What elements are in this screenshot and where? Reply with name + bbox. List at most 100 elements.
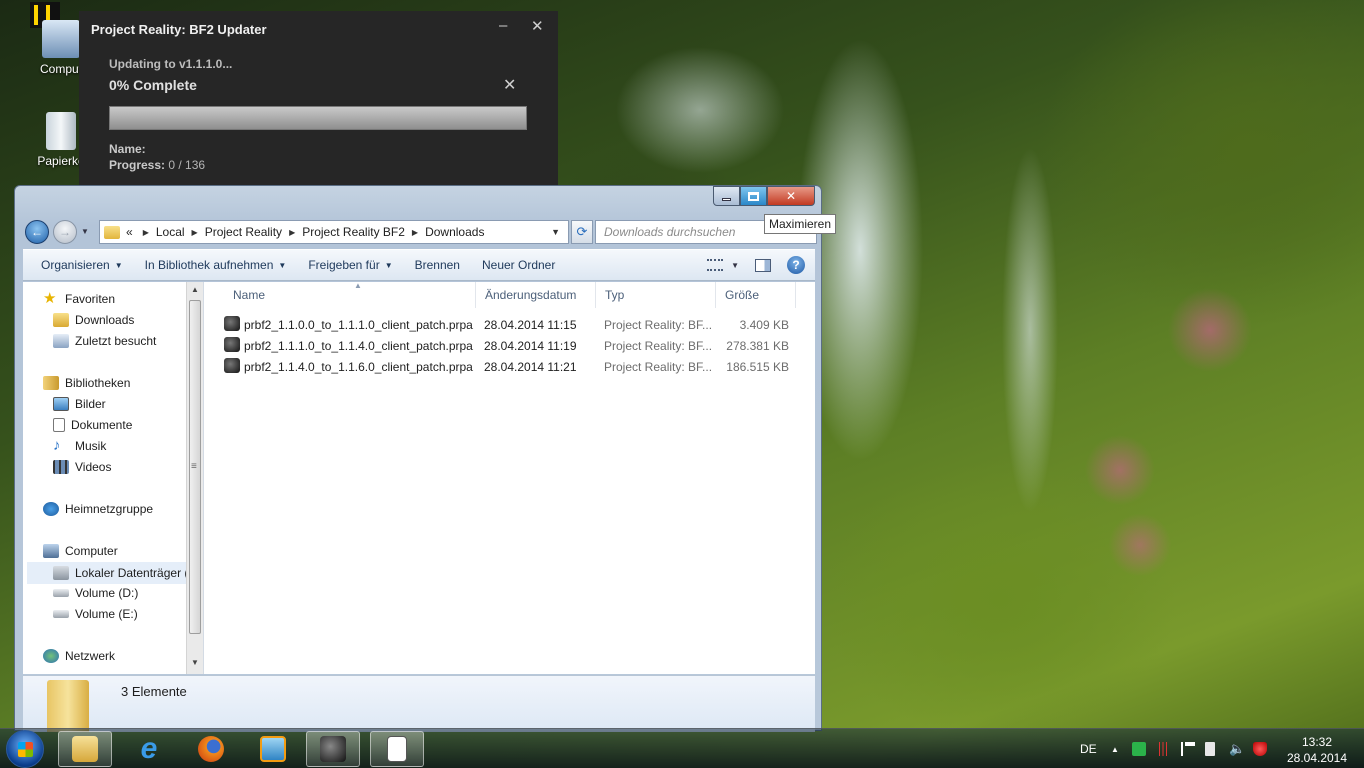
updater-minimize-button[interactable]: – bbox=[499, 17, 507, 34]
cancel-update-button[interactable]: ✕ bbox=[503, 75, 516, 95]
percent-complete: 0% Complete bbox=[109, 77, 197, 93]
tray-app-icon[interactable] bbox=[1132, 742, 1146, 756]
organize-menu[interactable]: Organisieren ▼ bbox=[23, 258, 134, 272]
maximize-tooltip: Maximieren bbox=[764, 214, 837, 234]
file-date: 28.04.2014 11:21 bbox=[484, 360, 577, 374]
breadcrumb-separator-icon[interactable]: ▶ bbox=[412, 228, 418, 237]
taskbar-document[interactable] bbox=[370, 731, 424, 767]
system-clock[interactable]: 13:32 28.04.2014 bbox=[1284, 734, 1350, 766]
maximize-button[interactable] bbox=[740, 186, 767, 206]
preview-pane-button[interactable] bbox=[755, 258, 771, 272]
chevron-down-icon: ▼ bbox=[278, 260, 287, 270]
nav-libraries[interactable]: Bibliotheken bbox=[43, 376, 130, 390]
nav-label: Zuletzt besucht bbox=[75, 334, 157, 348]
taskbar-explorer[interactable] bbox=[58, 731, 112, 767]
language-indicator[interactable]: DE bbox=[1080, 729, 1097, 768]
nav-music[interactable]: ♪ Musik bbox=[53, 438, 106, 453]
refresh-button[interactable]: ⟳ bbox=[571, 220, 593, 244]
view-controls: ▼ ? bbox=[707, 256, 805, 274]
scroll-thumb[interactable]: ≡ bbox=[189, 300, 201, 634]
usb-device-icon[interactable] bbox=[1205, 742, 1215, 756]
file-row[interactable]: prbf2_1.1.4.0_to_1.1.6.0_client_patch.pr… bbox=[204, 356, 815, 377]
nav-local-disk[interactable]: Lokaler Datenträger ( bbox=[27, 562, 188, 584]
nav-favorites[interactable]: ★ Favoriten bbox=[43, 291, 115, 306]
taskbar-firefox[interactable] bbox=[184, 731, 238, 767]
taskbar-internet-explorer[interactable]: e bbox=[122, 731, 176, 767]
nav-homegroup[interactable]: Heimnetzgruppe bbox=[43, 502, 153, 516]
breadcrumb-separator-icon[interactable]: ▶ bbox=[192, 228, 198, 237]
explorer-body: ★ Favoriten Downloads Zuletzt besucht Bi… bbox=[23, 281, 815, 674]
show-hidden-icons-button[interactable]: ▲ bbox=[1111, 729, 1119, 768]
taskbar: e DE ▲ 🔈 13:32 28.04.2014 bbox=[0, 728, 1364, 768]
file-row[interactable]: prbf2_1.1.1.0_to_1.1.4.0_client_patch.pr… bbox=[204, 335, 815, 356]
column-header-size[interactable]: Größe bbox=[716, 282, 796, 308]
breadcrumb-project-reality-bf2[interactable]: Project Reality BF2 bbox=[302, 225, 405, 239]
help-icon[interactable]: ? bbox=[787, 256, 805, 274]
nav-videos[interactable]: Videos bbox=[53, 460, 111, 474]
downloads-folder-icon bbox=[53, 313, 69, 327]
column-header-name[interactable]: Name ▲ bbox=[204, 281, 476, 308]
nav-volume-d[interactable]: Volume (D:) bbox=[53, 586, 138, 600]
address-dropdown-icon[interactable]: ▼ bbox=[551, 227, 560, 237]
new-folder-button[interactable]: Neuer Ordner bbox=[471, 258, 566, 272]
firefox-icon bbox=[198, 736, 224, 762]
navpane-scrollbar[interactable]: ▲ ≡ ▼ bbox=[186, 282, 203, 674]
nav-label: Bilder bbox=[75, 397, 106, 411]
nav-computer[interactable]: Computer bbox=[43, 544, 118, 558]
breadcrumb-separator-icon[interactable]: ▶ bbox=[289, 228, 295, 237]
scroll-down-icon[interactable]: ▼ bbox=[191, 658, 199, 667]
prpatch-file-icon bbox=[224, 316, 240, 331]
nav-network[interactable]: Netzwerk bbox=[43, 649, 115, 663]
nav-downloads[interactable]: Downloads bbox=[53, 313, 134, 327]
name-row: Name: bbox=[109, 142, 146, 156]
minimize-button[interactable] bbox=[713, 186, 740, 206]
include-in-library-menu[interactable]: In Bibliothek aufnehmen ▼ bbox=[134, 258, 298, 272]
file-list: Name ▲ Änderungsdatum Typ Größe prbf2_1.… bbox=[204, 281, 815, 674]
network-signal-icon[interactable] bbox=[1156, 742, 1170, 756]
file-name: prbf2_1.1.0.0_to_1.1.1.0_client_patch.pr… bbox=[244, 318, 474, 332]
progress-label: Progress: bbox=[109, 158, 166, 172]
share-with-menu[interactable]: Freigeben für ▼ bbox=[297, 258, 403, 272]
back-button[interactable]: ← bbox=[25, 220, 49, 244]
breadcrumb-downloads[interactable]: Downloads bbox=[425, 225, 484, 239]
column-header-date[interactable]: Änderungsdatum bbox=[476, 282, 596, 308]
desktop-icon-label: Papierko bbox=[37, 154, 85, 168]
file-date: 28.04.2014 11:15 bbox=[484, 318, 577, 332]
maximize-icon bbox=[748, 191, 759, 201]
column-header-type[interactable]: Typ bbox=[596, 282, 716, 308]
nav-recent-places[interactable]: Zuletzt besucht bbox=[53, 334, 156, 348]
pictures-icon bbox=[53, 397, 69, 411]
film-strip-icon bbox=[53, 460, 69, 474]
taskbar-media-player[interactable] bbox=[246, 731, 300, 767]
close-icon: ✕ bbox=[785, 189, 797, 203]
nav-documents[interactable]: Dokumente bbox=[53, 418, 132, 432]
action-center-flag-icon[interactable] bbox=[1181, 742, 1195, 756]
file-row[interactable]: prbf2_1.1.0.0_to_1.1.1.0_client_patch.pr… bbox=[204, 314, 815, 335]
file-size: 186.515 KB bbox=[726, 360, 789, 374]
media-player-icon bbox=[260, 736, 286, 762]
file-name: prbf2_1.1.1.0_to_1.1.4.0_client_patch.pr… bbox=[244, 339, 474, 353]
file-name: prbf2_1.1.4.0_to_1.1.6.0_client_patch.pr… bbox=[244, 360, 474, 374]
breadcrumb-local[interactable]: Local bbox=[156, 225, 185, 239]
minimize-icon bbox=[722, 197, 731, 201]
breadcrumb-project-reality[interactable]: Project Reality bbox=[205, 225, 282, 239]
breadcrumb-separator-icon[interactable]: ▶ bbox=[143, 228, 149, 237]
document-icon bbox=[387, 736, 407, 762]
start-button[interactable] bbox=[6, 730, 44, 768]
forward-arrow-icon: → bbox=[59, 225, 71, 239]
volume-icon[interactable]: 🔈 bbox=[1229, 742, 1245, 756]
recent-pages-dropdown[interactable]: ▼ bbox=[81, 227, 89, 236]
forward-button[interactable]: → bbox=[53, 220, 77, 244]
updater-close-button[interactable]: ✕ bbox=[531, 17, 544, 35]
taskbar-pr-updater[interactable] bbox=[306, 731, 360, 767]
nav-volume-e[interactable]: Volume (E:) bbox=[53, 607, 138, 621]
close-button[interactable]: ✕ bbox=[767, 186, 815, 206]
homegroup-icon bbox=[43, 502, 59, 516]
antivirus-shield-icon[interactable] bbox=[1253, 742, 1267, 756]
breadcrumb-overflow[interactable]: « bbox=[126, 225, 133, 239]
address-bar[interactable]: « ▶ Local ▶ Project Reality ▶ Project Re… bbox=[99, 220, 569, 244]
change-view-button[interactable]: ▼ bbox=[707, 259, 739, 271]
nav-pictures[interactable]: Bilder bbox=[53, 397, 106, 411]
scroll-up-icon[interactable]: ▲ bbox=[191, 285, 199, 294]
burn-button[interactable]: Brennen bbox=[404, 258, 471, 272]
